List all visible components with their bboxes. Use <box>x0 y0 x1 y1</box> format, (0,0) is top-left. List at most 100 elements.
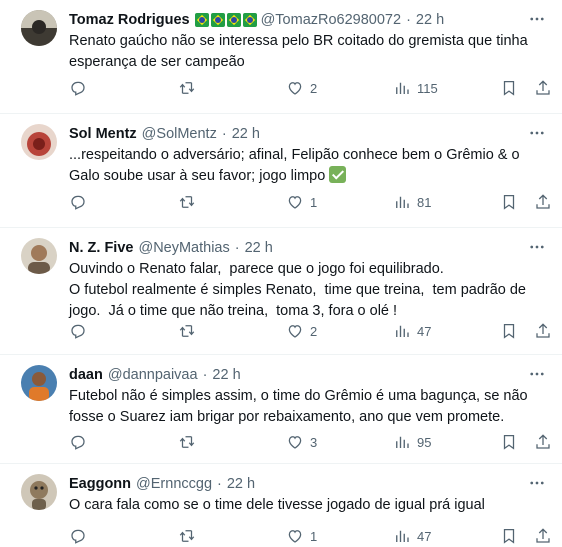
avatar[interactable] <box>21 124 57 160</box>
tweet-header: Tomaz Rodrigues @TomazRo62980072 · 22 h <box>69 10 444 30</box>
tweet[interactable]: Eaggonn @Ernnccgg · 22 h O cara fala com… <box>0 464 562 547</box>
views-icon <box>396 196 409 208</box>
reply-icon <box>71 195 85 210</box>
avatar[interactable] <box>21 365 57 401</box>
views-button[interactable]: 81 <box>393 192 431 212</box>
views-icon <box>396 530 409 542</box>
reply-button[interactable] <box>69 78 87 98</box>
brazil-flag-icon <box>210 13 225 27</box>
flag-emojis <box>194 13 257 27</box>
share-button[interactable] <box>534 192 552 212</box>
user-handle[interactable]: @TomazRo62980072 <box>261 12 401 28</box>
retweet-button[interactable] <box>178 321 196 341</box>
bookmark-icon <box>503 434 515 450</box>
more-icon[interactable] <box>528 474 546 492</box>
share-icon <box>536 323 550 338</box>
more-icon[interactable] <box>528 10 546 28</box>
share-button[interactable] <box>534 78 552 98</box>
like-button[interactable]: 1 <box>286 192 317 212</box>
avatar[interactable] <box>21 238 57 274</box>
user-name[interactable]: daan <box>69 367 103 383</box>
like-count: 2 <box>310 323 318 339</box>
timestamp[interactable]: 22 h <box>227 476 255 492</box>
retweet-icon <box>179 436 195 448</box>
bookmark-button[interactable] <box>500 192 518 212</box>
like-button[interactable]: 2 <box>286 78 317 98</box>
share-icon <box>536 194 550 209</box>
user-handle[interactable]: @dannpaivaa <box>108 367 198 383</box>
retweet-icon <box>179 325 195 337</box>
like-button[interactable]: 2 <box>286 321 317 341</box>
reply-button[interactable] <box>69 526 87 546</box>
reply-button[interactable] <box>69 192 87 212</box>
tweet-header: Eaggonn @Ernnccgg · 22 h <box>69 474 255 494</box>
retweet-button[interactable] <box>178 192 196 212</box>
bookmark-button[interactable] <box>500 526 518 546</box>
bookmark-icon <box>503 80 515 96</box>
tweet-text: ...respeitando o adversário; afinal, Fel… <box>69 145 539 187</box>
share-icon <box>536 528 550 543</box>
views-button[interactable]: 115 <box>393 78 438 98</box>
reply-button[interactable] <box>69 432 87 452</box>
views-button[interactable]: 47 <box>393 321 431 341</box>
brazil-flag-icon <box>226 13 241 27</box>
timestamp[interactable]: 22 h <box>212 367 240 383</box>
share-button[interactable] <box>534 321 552 341</box>
brazil-flag-icon <box>242 13 257 27</box>
user-name[interactable]: Sol Mentz <box>69 126 137 142</box>
avatar[interactable] <box>21 10 57 46</box>
tweet[interactable]: Tomaz Rodrigues @TomazRo62980072 · 22 h … <box>0 0 562 114</box>
separator-dot: · <box>221 126 227 142</box>
action-bar: 2 47 <box>69 321 554 341</box>
timestamp[interactable]: 22 h <box>416 12 444 28</box>
tweet-header: daan @dannpaivaa · 22 h <box>69 365 241 385</box>
reply-button[interactable] <box>69 321 87 341</box>
like-button[interactable]: 3 <box>286 432 317 452</box>
action-bar: 1 47 <box>69 526 554 546</box>
reply-icon <box>71 529 85 544</box>
more-icon[interactable] <box>528 124 546 142</box>
tweet-header: Sol Mentz @SolMentz · 22 h <box>69 124 260 144</box>
retweet-button[interactable] <box>178 432 196 452</box>
like-icon <box>288 196 302 209</box>
tweet-text: Renato gaúcho não se interessa pelo BR c… <box>69 33 528 70</box>
user-name[interactable]: Eaggonn <box>69 476 131 492</box>
user-name[interactable]: Tomaz Rodrigues <box>69 12 190 28</box>
tweet[interactable]: Sol Mentz @SolMentz · 22 h ...respeitand… <box>0 114 562 228</box>
views-icon <box>396 436 409 448</box>
retweet-button[interactable] <box>178 78 196 98</box>
more-icon[interactable] <box>528 238 546 256</box>
tweet[interactable]: N. Z. Five @NeyMathias · 22 h Ouvindo o … <box>0 228 562 355</box>
like-button[interactable]: 1 <box>286 526 317 546</box>
more-icon[interactable] <box>528 365 546 383</box>
like-icon <box>288 325 302 338</box>
bookmark-button[interactable] <box>500 432 518 452</box>
view-count: 47 <box>417 323 432 339</box>
brazil-flag-icon <box>194 13 209 27</box>
views-button[interactable]: 95 <box>393 432 431 452</box>
avatar[interactable] <box>21 474 57 510</box>
user-handle[interactable]: @NeyMathias <box>138 240 229 256</box>
like-icon <box>288 530 302 543</box>
bookmark-button[interactable] <box>500 321 518 341</box>
share-button[interactable] <box>534 526 552 546</box>
timestamp[interactable]: 22 h <box>245 240 273 256</box>
action-bar: 2 115 <box>69 78 554 98</box>
bookmark-icon <box>503 323 515 339</box>
bookmark-button[interactable] <box>500 78 518 98</box>
retweet-button[interactable] <box>178 526 196 546</box>
user-handle[interactable]: @Ernnccgg <box>136 476 212 492</box>
tweet-text: Futebol não é simples assim, o time do G… <box>69 388 528 425</box>
tweet-text: O cara fala como se o time dele tivesse … <box>69 497 485 513</box>
view-count: 47 <box>417 528 432 544</box>
reply-icon <box>71 435 85 450</box>
share-button[interactable] <box>534 432 552 452</box>
user-name[interactable]: N. Z. Five <box>69 240 133 256</box>
separator-dot: · <box>234 240 240 256</box>
tweet[interactable]: daan @dannpaivaa · 22 h Futebol não é si… <box>0 355 562 464</box>
views-button[interactable]: 47 <box>393 526 431 546</box>
user-handle[interactable]: @SolMentz <box>142 126 217 142</box>
timestamp[interactable]: 22 h <box>232 126 260 142</box>
like-count: 2 <box>310 80 318 96</box>
tweet-text: Ouvindo o Renato falar, parece que o jog… <box>69 261 526 319</box>
